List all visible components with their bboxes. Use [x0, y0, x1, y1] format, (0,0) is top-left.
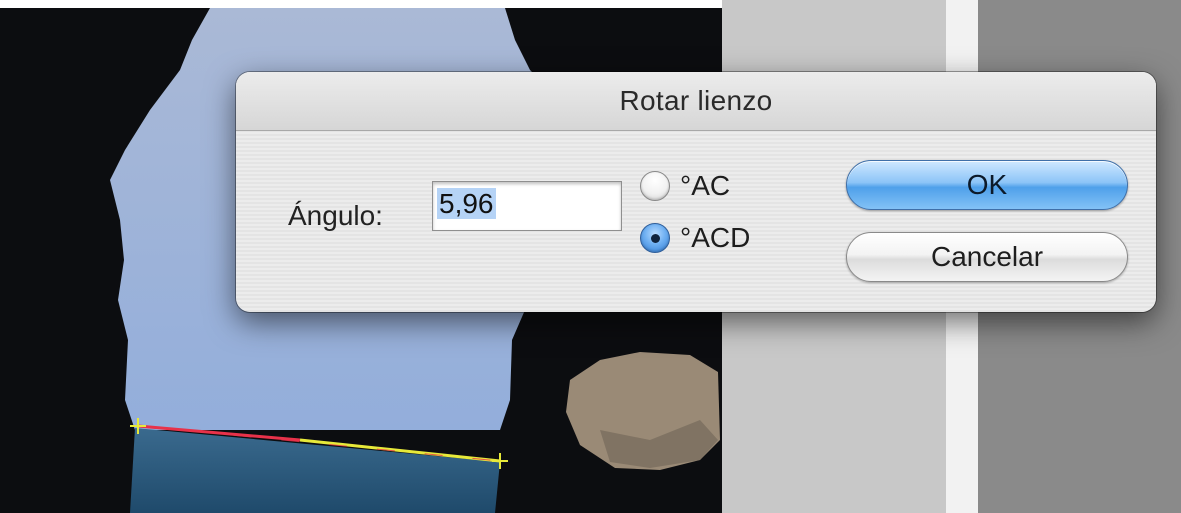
radio-ac[interactable]: °AC — [640, 170, 730, 202]
angle-label: Ángulo: — [288, 200, 383, 231]
radio-acd[interactable]: °ACD — [640, 222, 750, 254]
radio-acd-button[interactable] — [640, 223, 670, 253]
angle-value: 5,96 — [437, 188, 496, 219]
radio-ac-label: °AC — [680, 170, 731, 201]
dialog-titlebar: Rotar lienzo — [236, 72, 1156, 131]
ok-button[interactable]: OK — [846, 160, 1128, 210]
cancel-button[interactable]: Cancelar — [846, 232, 1128, 282]
rotate-canvas-dialog: Rotar lienzo Ángulo: 5,96 °AC °ACD OK Ca… — [236, 72, 1156, 312]
angle-input[interactable]: 5,96 — [432, 181, 622, 231]
radio-acd-label: °ACD — [680, 222, 751, 253]
radio-ac-button[interactable] — [640, 171, 670, 201]
dialog-title: Rotar lienzo — [619, 85, 773, 116]
